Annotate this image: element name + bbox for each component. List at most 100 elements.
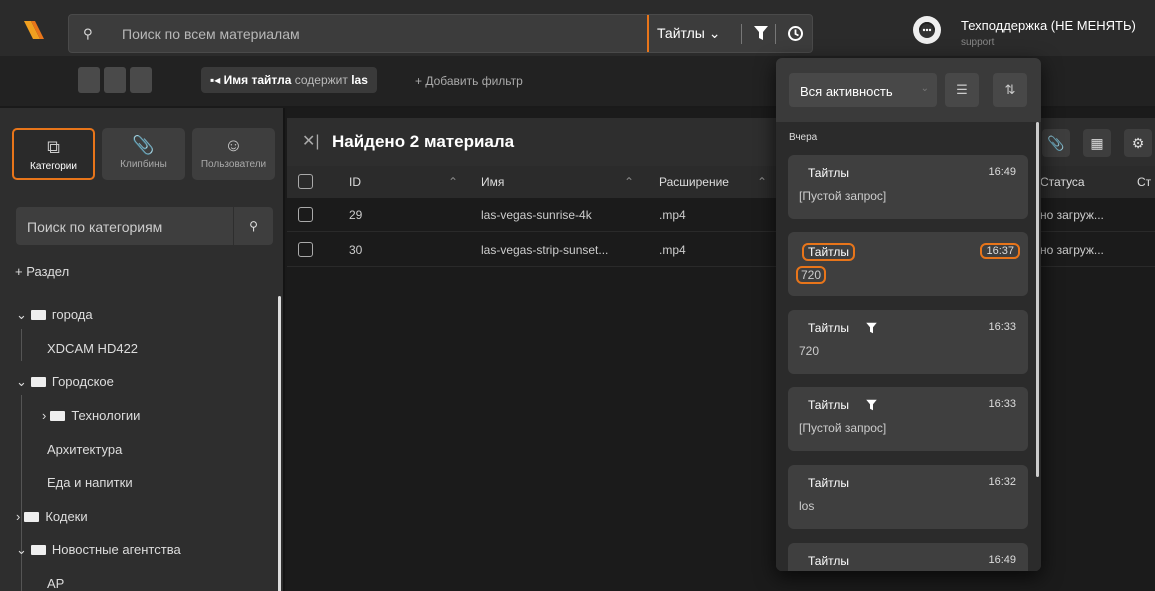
tree-label: Кодеки — [45, 509, 88, 524]
filter-icon[interactable] — [754, 25, 768, 41]
gear-icon[interactable]: ⚙ — [1124, 129, 1152, 157]
filter-list-button[interactable] — [104, 67, 126, 93]
filter-operator: содержит — [294, 73, 348, 87]
grid-view-icon[interactable]: ▦ — [1083, 129, 1111, 157]
cell-status: но загруж... — [1040, 243, 1104, 257]
support-name: Техподдержка (НЕ МЕНЯТЬ) — [961, 18, 1136, 33]
history-item[interactable]: Тайтлы 16:37 720 — [788, 232, 1028, 296]
cell-name: las-vegas-sunrise-4k — [481, 208, 592, 222]
select-all-checkbox[interactable] — [298, 174, 313, 189]
history-item-query: los — [799, 499, 815, 513]
folder-open-icon — [30, 545, 46, 555]
tab-clipbins[interactable]: 📎 Клипбины — [102, 128, 185, 180]
chevron-down-icon: ⌄ — [708, 25, 721, 41]
tree-label: Технологии — [71, 408, 141, 423]
activity-filter-dropdown[interactable]: Вся активность ⌄ — [789, 73, 937, 107]
filter-icon — [866, 322, 877, 334]
history-item-title: Тайтлы — [808, 476, 850, 490]
history-item-time: 16:33 — [988, 321, 1016, 333]
user-icon: ☺ — [224, 135, 243, 155]
chevron-right-icon: › — [42, 408, 47, 423]
activity-filter-label: Вся активность — [800, 84, 893, 99]
sort-icon[interactable]: ⌃ — [757, 175, 767, 189]
history-item-time: 16:32 — [988, 476, 1016, 488]
tree-guide — [21, 564, 22, 591]
paperclip-icon[interactable]: 📎 — [1042, 129, 1070, 157]
tree-item[interactable]: Архитектура — [47, 442, 122, 457]
history-list: Вчера Тайтлы 16:49 [Пустой запрос] Тайтл… — [776, 122, 1041, 571]
popup-scrollbar[interactable] — [1036, 122, 1039, 477]
folder-open-icon — [30, 310, 46, 320]
chevron-down-icon: ⌄ — [16, 542, 27, 557]
filter-field: Имя тайтла — [223, 73, 292, 87]
history-item-query: 720 — [799, 344, 820, 358]
row-checkbox[interactable] — [298, 207, 313, 222]
history-item[interactable]: Тайтлы 16:32 los — [788, 465, 1028, 529]
history-item[interactable]: Тайтлы 16:49 — [788, 543, 1028, 571]
column-status-2[interactable]: Ст — [1137, 175, 1151, 189]
tree-folder[interactable]: › Кодеки — [16, 509, 88, 524]
row-checkbox[interactable] — [298, 242, 313, 257]
divider — [741, 24, 742, 44]
history-item-time: 16:49 — [988, 554, 1016, 566]
history-clock-icon[interactable] — [787, 25, 804, 42]
history-item-title: Тайтлы — [808, 321, 850, 335]
search-type-dropdown[interactable]: Тайтлы ⌄ — [657, 25, 721, 42]
video-icon: ▪◂ — [210, 73, 221, 87]
column-id[interactable]: ID — [349, 175, 361, 189]
chevron-right-icon: › — [16, 509, 21, 524]
tree-folder[interactable]: ⌄ Новостные агентства — [16, 542, 181, 558]
tree-item[interactable]: XDCAM HD422 — [47, 341, 138, 356]
filter-settings-button[interactable] — [78, 67, 100, 93]
categories-icon: ⧉ — [47, 137, 60, 157]
history-item[interactable]: Тайтлы 16:49 [Пустой запрос] — [788, 155, 1028, 219]
results-title: Найдено 2 материала — [332, 132, 515, 151]
category-search[interactable]: Поиск по категориям ⚲ — [16, 207, 273, 245]
add-filter-button[interactable]: + Добавить фильтр — [415, 74, 523, 88]
category-search-input[interactable]: Поиск по категориям — [27, 219, 162, 235]
sidebar: ⧉ Категории 📎 Клипбины ☺ Пользователи По… — [0, 108, 285, 591]
column-status[interactable]: Статуса — [1040, 175, 1085, 189]
tree-folder[interactable]: ⌄ Городское — [16, 374, 114, 390]
close-icon[interactable]: ✕| — [302, 131, 320, 151]
app-logo[interactable] — [22, 19, 50, 41]
divider — [775, 24, 776, 44]
tree-folder[interactable]: ⌄ города — [16, 307, 93, 323]
global-search[interactable]: ⚲ Поиск по всем материалам Тайтлы ⌄ — [68, 14, 813, 53]
folder-icon — [50, 411, 66, 421]
paperclip-icon: 📎 — [132, 135, 155, 155]
cell-status: но загруж... — [1040, 208, 1104, 222]
cell-id: 30 — [349, 243, 363, 257]
cell-id: 29 — [349, 208, 363, 222]
column-extension[interactable]: Расширение — [659, 175, 729, 189]
history-item-time: 16:49 — [988, 166, 1016, 178]
tab-label: Клипбины — [120, 159, 167, 170]
tree-folder[interactable]: › Технологии — [42, 408, 140, 423]
tree-item[interactable]: AP — [47, 576, 64, 591]
history-item[interactable]: Тайтлы 16:33 720 — [788, 310, 1028, 374]
global-search-input[interactable]: Поиск по всем материалам — [122, 26, 300, 42]
history-item-title: Тайтлы — [808, 554, 850, 568]
sort-order-icon[interactable]: ⇅ — [993, 73, 1027, 107]
tree-item[interactable]: Еда и напитки — [47, 475, 133, 490]
search-icon: ⚲ — [83, 26, 93, 41]
history-item[interactable]: Тайтлы 16:33 [Пустой запрос] — [788, 387, 1028, 451]
column-name[interactable]: Имя — [481, 175, 504, 189]
tree-label: Новостные агентства — [51, 542, 181, 557]
history-item-title: Тайтлы — [808, 166, 850, 180]
tab-categories[interactable]: ⧉ Категории — [12, 128, 95, 180]
folder-icon — [24, 512, 40, 522]
chevron-down-icon: ⌄ — [16, 307, 27, 322]
filter-chip[interactable]: ▪◂ Имя тайтла содержит las — [201, 67, 377, 93]
tree-guide — [21, 329, 22, 361]
search-divider — [647, 15, 649, 52]
delete-filter-button[interactable] — [130, 67, 152, 93]
tab-users[interactable]: ☺ Пользователи — [192, 128, 275, 180]
add-section-button[interactable]: + Раздел — [15, 264, 69, 279]
history-item-query: [Пустой запрос] — [799, 189, 887, 203]
list-view-icon[interactable]: ☰ — [945, 73, 979, 107]
sidebar-scrollbar[interactable] — [278, 296, 281, 591]
search-icon[interactable]: ⚲ — [233, 207, 273, 245]
sort-icon[interactable]: ⌃ — [624, 175, 634, 189]
sort-icon[interactable]: ⌃ — [448, 175, 458, 189]
